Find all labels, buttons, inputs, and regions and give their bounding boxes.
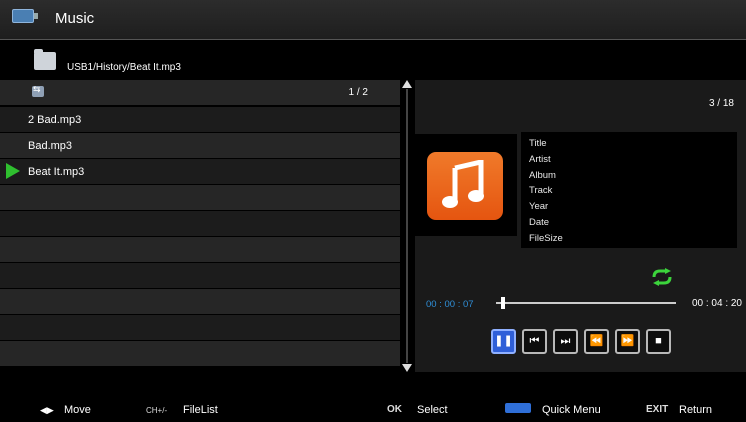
select-label: Select xyxy=(417,404,448,416)
list-item[interactable]: 2 Bad.mp3 xyxy=(0,107,400,132)
scroll-down-arrow-icon[interactable] xyxy=(402,364,412,372)
pause-button[interactable]: ❚❚ xyxy=(491,329,516,354)
list-item-empty xyxy=(0,315,400,340)
fast-forward-button[interactable]: ⏩ xyxy=(615,329,640,354)
list-item-empty xyxy=(0,237,400,262)
footer-hint-bar: ◀▶ Move CH+/- FileList OK Select Quick M… xyxy=(0,396,746,422)
scroll-track[interactable] xyxy=(406,89,408,363)
blue-key-icon xyxy=(505,403,531,413)
list-item-empty xyxy=(0,263,400,288)
rewind-button[interactable]: ⏪ xyxy=(584,329,609,354)
file-name: 2 Bad.mp3 xyxy=(28,114,82,126)
next-button[interactable]: ⏭ xyxy=(553,329,578,354)
meta-filesize-label: FileSize xyxy=(529,233,563,244)
list-item-empty xyxy=(0,185,400,210)
back-folder-icon[interactable] xyxy=(32,84,44,97)
music-note-icon xyxy=(427,152,503,220)
arrow-keys-icon: ◀▶ xyxy=(40,405,54,415)
move-label: Move xyxy=(64,404,91,416)
scroll-up-arrow-icon[interactable] xyxy=(402,80,412,88)
album-art xyxy=(415,134,517,236)
progress-knob[interactable] xyxy=(501,297,505,309)
list-item-empty xyxy=(0,341,400,366)
folder-icon xyxy=(34,49,56,70)
usb-icon xyxy=(12,9,38,23)
meta-year-label: Year xyxy=(529,201,549,212)
meta-album-label: Album xyxy=(529,170,556,181)
return-label: Return xyxy=(679,404,713,416)
current-path: USB1/History/Beat It.mp3 xyxy=(67,62,181,73)
file-name: Beat It.mp3 xyxy=(28,166,85,178)
list-item-playing[interactable]: Beat It.mp3 xyxy=(0,159,400,184)
repeat-icon[interactable] xyxy=(651,268,673,291)
file-name: Bad.mp3 xyxy=(28,140,73,152)
track-metadata: Title Artist Album Track Year Date FileS… xyxy=(521,132,737,248)
meta-date-label: Date xyxy=(529,217,550,228)
info-panel: 3 / 18 Title Artist Album Track Year Dat… xyxy=(415,80,746,372)
list-item[interactable]: Bad.mp3 xyxy=(0,133,400,158)
app-title: Music xyxy=(55,10,95,27)
list-page-indicator: 1 / 2 xyxy=(348,87,368,98)
list-item-empty xyxy=(0,211,400,236)
progress-bar[interactable] xyxy=(496,302,676,304)
meta-track-label: Track xyxy=(529,185,553,196)
elapsed-time: 00 : 00 : 07 xyxy=(426,299,474,310)
previous-button[interactable]: ⏮ xyxy=(522,329,547,354)
back-row[interactable]: 1 / 2 xyxy=(0,80,400,105)
total-time: 00 : 04 : 20 xyxy=(691,298,742,309)
ok-key-label: OK xyxy=(387,404,402,415)
file-list: 1 / 2 2 Bad.mp3 Bad.mp3 Beat It.mp3 xyxy=(0,80,400,372)
list-item-empty xyxy=(0,289,400,314)
meta-title-label: Title xyxy=(529,138,547,149)
meta-artist-label: Artist xyxy=(529,154,551,165)
ch-key-label: CH+/- xyxy=(146,406,168,415)
filelist-label: FileList xyxy=(183,404,218,416)
stop-button[interactable]: ■ xyxy=(646,329,671,354)
now-playing-arrow-icon xyxy=(6,163,20,179)
track-count: 3 / 18 xyxy=(708,98,734,109)
list-scrollbar[interactable] xyxy=(402,80,412,372)
title-bar: Music xyxy=(0,0,746,40)
quick-menu-label: Quick Menu xyxy=(542,404,601,416)
exit-key-label: EXIT xyxy=(646,404,669,415)
path-bar: USB1/History/Beat It.mp3 xyxy=(0,42,746,78)
